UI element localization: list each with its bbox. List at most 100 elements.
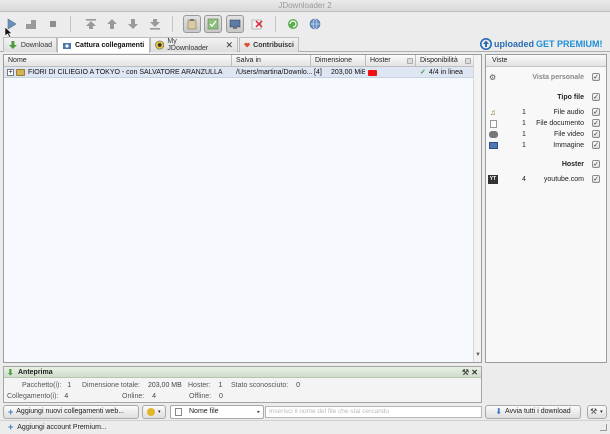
table-row[interactable]: + FIORI DI CILIEGIO A TOKYO - con SALVAT…	[4, 67, 474, 78]
hoster-header[interactable]: Hoster ✓	[486, 159, 606, 170]
main-toolbar	[0, 12, 610, 36]
toolbar-separator	[70, 16, 71, 32]
video-file-icon	[489, 131, 498, 138]
filter-count: 1	[522, 131, 526, 138]
filter-video-row[interactable]: 1 File video ✓	[486, 129, 606, 140]
start-all-downloads-button[interactable]: ⬇ Avvia tutti i download	[485, 405, 581, 419]
expand-toggle[interactable]: +	[7, 69, 14, 76]
monitor-icon	[229, 19, 241, 29]
package-name: FIORI DI CILIEGIO A TOKYO - con SALVATOR…	[28, 69, 223, 76]
column-header-name[interactable]: Nome	[4, 55, 232, 67]
move-to-bottom-button[interactable]	[146, 15, 164, 33]
linkgrabber-table: Nome Salva in Dimensione Hoster Disponib…	[3, 54, 482, 363]
column-header-hoster[interactable]: Hoster	[366, 55, 416, 67]
add-premium-account-link[interactable]: + Aggiungi account Premium...	[8, 422, 107, 432]
filter-count: 1	[522, 142, 526, 149]
tab-myjdownloader[interactable]: My JDownloader ✕	[150, 37, 238, 52]
dropdown-arrow-icon: ▸	[257, 409, 260, 415]
arrow-down-icon	[128, 19, 138, 29]
tab-linkgrabber[interactable]: Cattura collegamenti	[57, 37, 150, 53]
offline-stat: Offline: 0	[189, 393, 223, 400]
wrench-icon[interactable]: ⚒	[462, 367, 469, 378]
add-links-button[interactable]: + Aggiungi nuovi collegamenti web...	[3, 405, 139, 419]
pause-downloads-button[interactable]	[22, 15, 40, 33]
lock-icon	[407, 58, 413, 64]
resize-grip[interactable]	[600, 424, 607, 431]
preview-title: Anteprima	[18, 369, 53, 376]
reconnect-button[interactable]	[284, 15, 302, 33]
clipboard-observer-button[interactable]	[183, 15, 201, 33]
links-stat: Collegamento(i): 4	[7, 393, 69, 400]
toolbar-separator	[172, 16, 173, 32]
search-field-select[interactable]: Nome file ▸	[170, 405, 264, 419]
move-down-button[interactable]	[124, 15, 142, 33]
clear-menu-button[interactable]: ▾	[142, 405, 166, 419]
filter-count: 1	[522, 120, 526, 127]
online-check-icon: ✓	[420, 69, 426, 76]
gear-icon: ⚙	[489, 73, 497, 82]
plus-icon: +	[8, 407, 14, 417]
move-to-top-button[interactable]	[82, 15, 100, 33]
unknown-status-stat: Stato sconosciuto: 0	[231, 382, 301, 389]
file-type-checkbox[interactable]: ✓	[592, 93, 600, 101]
filter-image-row[interactable]: 1 Immagine ✓	[486, 140, 606, 151]
filter-hoster-row[interactable]: YT 4 youtube.com ✓	[486, 174, 606, 185]
dropdown-arrow-icon: ▾	[158, 409, 161, 415]
tab-download[interactable]: Download	[3, 37, 57, 52]
column-header-availability[interactable]: Disponibilità	[416, 55, 474, 67]
personal-view-row[interactable]: ⚙ Vista personale ✓	[486, 72, 606, 83]
vertical-scrollbar[interactable]: ▼	[473, 55, 481, 362]
search-field-select-value: Nome file	[189, 408, 219, 415]
filter-checkbox[interactable]: ✓	[592, 175, 600, 183]
download-arrow-icon: ⬇	[7, 368, 14, 377]
linkgrabber-icon	[63, 42, 71, 49]
file-type-header[interactable]: Tipo file ✓	[486, 92, 606, 103]
file-type-title: Tipo file	[557, 94, 584, 101]
personal-view-checkbox[interactable]: ✓	[592, 73, 600, 81]
filter-audio-row[interactable]: ♫ 1 File audio ✓	[486, 107, 606, 118]
auto-start-button[interactable]	[226, 15, 244, 33]
column-header-size[interactable]: Dimensione	[311, 55, 366, 67]
column-header-save-in[interactable]: Salva in	[232, 55, 311, 67]
filter-count: 4	[522, 176, 526, 183]
tab-contribute[interactable]: Contribuisci	[239, 37, 299, 52]
move-up-button[interactable]	[103, 15, 121, 33]
scroll-down-arrow-icon[interactable]: ▼	[475, 352, 481, 358]
clear-list-button[interactable]	[248, 15, 266, 33]
lock-icon	[465, 58, 471, 64]
hoster-stat: Hoster: 1	[188, 382, 223, 389]
plus-icon: +	[8, 422, 14, 432]
update-button[interactable]	[306, 15, 324, 33]
filter-checkbox[interactable]: ✓	[592, 141, 600, 149]
premium-text: GET PREMIUM!	[536, 39, 603, 49]
filter-label: Immagine	[553, 142, 584, 149]
image-file-icon	[489, 142, 498, 149]
tab-label: Download	[20, 41, 52, 49]
filter-checkbox[interactable]: ✓	[592, 119, 600, 127]
filter-document-row[interactable]: 1 File documento ✓	[486, 118, 606, 129]
filter-label: youtube.com	[543, 176, 584, 183]
filter-checkbox[interactable]: ✓	[592, 108, 600, 116]
auto-confirm-icon	[207, 18, 219, 30]
search-input[interactable]: Inserisci il nome del file che stai cerc…	[265, 406, 482, 418]
packages-stat: Pacchetto(i): 1	[22, 382, 72, 389]
hoster-checkbox[interactable]: ✓	[592, 160, 600, 168]
auto-confirm-button[interactable]	[204, 15, 222, 33]
total-size-stat: Dimensione totale: 203,00 MB	[82, 382, 182, 389]
premium-banner[interactable]: uploaded GET PREMIUM!	[480, 37, 610, 51]
close-icon[interactable]: ✕	[471, 367, 478, 378]
close-icon[interactable]: ✕	[225, 40, 233, 51]
online-stat: Online: 4	[122, 393, 157, 400]
stop-downloads-button[interactable]	[44, 15, 62, 33]
filter-checkbox[interactable]: ✓	[592, 130, 600, 138]
hoster-title: Hoster	[561, 161, 584, 168]
title-bar: JDownloader 2	[0, 0, 610, 12]
heart-icon	[244, 42, 250, 48]
move-bottom-icon	[150, 19, 160, 30]
tab-label: Cattura collegamenti	[75, 42, 145, 49]
myjd-logo-icon	[155, 40, 165, 50]
bottom-bar: + Aggiungi nuovi collegamenti web... ▾ N…	[0, 404, 610, 420]
settings-menu-button[interactable]: ⚒ ▾	[587, 405, 607, 419]
arrow-up-icon	[107, 19, 117, 29]
sidebar-header: Viste	[486, 55, 606, 67]
